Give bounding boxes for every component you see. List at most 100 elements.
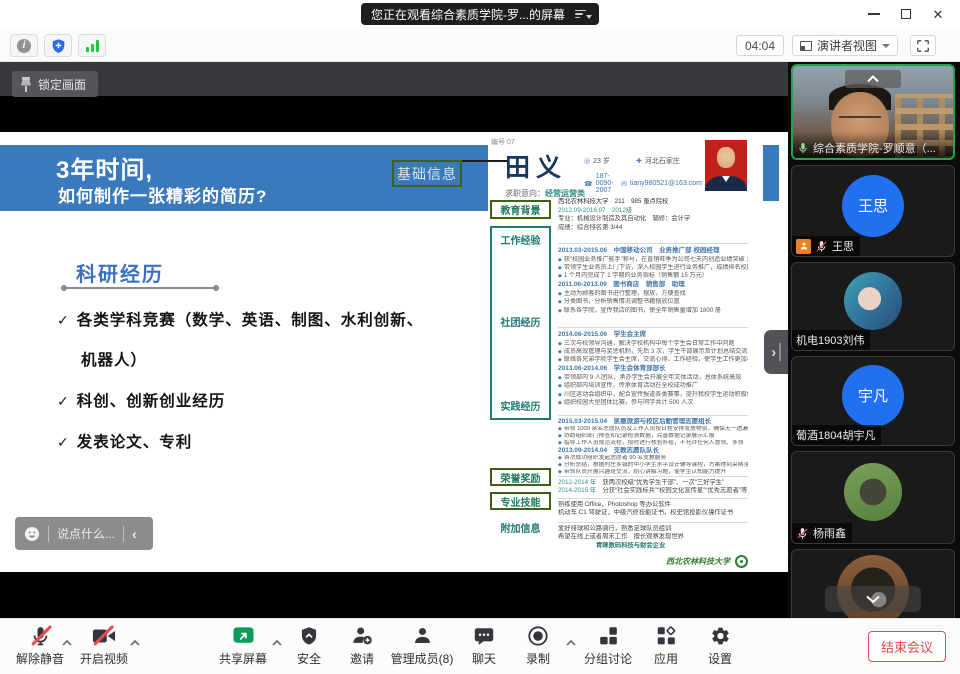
participant-name-bar: 杨雨鑫 bbox=[792, 523, 852, 543]
resume-label-education: 教育背景 bbox=[490, 200, 551, 219]
resume-club-section: 2014.06-2015.06 学生会主席 ◆三次与校领导沟通，解决学校机构中每… bbox=[558, 328, 748, 416]
basic-info-callout: 基础信息 bbox=[392, 160, 462, 187]
record-button[interactable]: 录制 bbox=[506, 624, 570, 667]
avatar: 宇凡 bbox=[842, 365, 904, 427]
participant-name: 杨雨鑫 bbox=[813, 525, 846, 541]
end-meeting-button[interactable]: 结束会议 bbox=[868, 631, 946, 662]
university-logo-icon bbox=[735, 555, 748, 568]
location-icon: ✚ bbox=[636, 157, 642, 165]
slide-title-line2: 如何制作一张精彩的简历? bbox=[58, 182, 267, 207]
participant-name-bar: 葡酒1804胡宇凡 bbox=[792, 425, 881, 445]
pin-icon bbox=[21, 77, 31, 92]
maximize-icon bbox=[901, 9, 911, 19]
participant-name-bar: 机电1903刘伟 bbox=[792, 330, 870, 350]
collapse-chat-icon[interactable]: ‹ bbox=[132, 526, 137, 542]
resume-education-section: 西北农林科技大学 211 985 重点院校 2012.09-2016.07 20… bbox=[558, 196, 748, 244]
gear-icon bbox=[710, 625, 731, 647]
avatar bbox=[844, 272, 902, 330]
participant-tile[interactable]: 王思 王思 bbox=[791, 165, 955, 257]
close-button[interactable]: ✕ bbox=[922, 1, 954, 27]
mic-on-icon bbox=[797, 142, 809, 155]
resume-label-practice: 实践经历 bbox=[492, 398, 549, 413]
resume-label-club: 社团经历 bbox=[492, 314, 549, 329]
signal-bars-icon bbox=[86, 40, 99, 52]
meeting-health-button[interactable] bbox=[44, 34, 72, 57]
participant-tile-overflow[interactable] bbox=[791, 549, 955, 618]
callout-connector-line bbox=[462, 160, 507, 162]
avatar bbox=[844, 463, 902, 521]
watching-screen-label: 您正在观看综合素质学院-罗...的屏幕 bbox=[371, 6, 565, 23]
participant-tile[interactable]: 宇凡 葡酒1804胡宇凡 bbox=[791, 356, 955, 446]
network-signal-button[interactable] bbox=[78, 34, 106, 57]
shared-screen-area: 锁定画面 3年时间, 如何制作一张精彩的简历? 基础信息 科研经历 ✓各类学科竞… bbox=[0, 62, 788, 618]
check-icon: ✓ bbox=[57, 434, 70, 450]
participant-tile[interactable]: 机电1903刘伟 bbox=[791, 262, 955, 351]
fullscreen-icon bbox=[916, 39, 930, 53]
resume-contact: ◎23 岁 ✚河北石家庄 ☎187-0090-2007 ✉tiany980521… bbox=[584, 156, 702, 201]
resume-skill-section: 熟练使用 Office，Photoshop 等办公软件 机动车 C1 驾驶证，中… bbox=[558, 499, 748, 523]
resume-content-column: 西北农林科技大学 211 985 重点院校 2012.09-2016.07 20… bbox=[558, 196, 748, 568]
participant-tile-host[interactable]: 综合素质学院-罗顺意（... bbox=[791, 64, 955, 160]
person-badge-icon bbox=[796, 239, 811, 254]
start-video-button[interactable]: 开启视频 bbox=[72, 624, 136, 667]
shield-plus-icon bbox=[51, 38, 66, 54]
watch-options-icon[interactable] bbox=[575, 10, 589, 19]
participant-name: 综合素质学院-罗顺意（... bbox=[813, 140, 936, 156]
avatar: 王思 bbox=[842, 175, 904, 237]
university-name: 西北农林科技大学 bbox=[666, 556, 730, 567]
slide-title-banner: 3年时间, 如何制作一张精彩的简历? 基础信息 bbox=[0, 145, 489, 211]
minimize-button[interactable] bbox=[858, 1, 890, 27]
resume-work-section: 2013.03-2015.06 中国移动公司 业务推广部 校园经理 ◆获“校园业… bbox=[558, 244, 748, 328]
meeting-control-dock: 解除静音 开启视频 共享屏幕 bbox=[0, 618, 960, 674]
watching-screen-pill[interactable]: 您正在观看综合素质学院-罗...的屏幕 bbox=[361, 3, 599, 25]
mic-muted-icon bbox=[796, 527, 809, 540]
participant-tile[interactable]: 杨雨鑫 bbox=[791, 451, 955, 544]
drag-grip bbox=[779, 343, 781, 361]
slide-section-heading: 科研经历 bbox=[76, 258, 164, 287]
window-controls: ✕ bbox=[858, 0, 954, 28]
banner-right-block bbox=[763, 145, 779, 201]
resume-honor-section: 2012-2014 年 获两次校级“优秀学生干部”、一次“三好学生” 2014-… bbox=[558, 477, 748, 499]
participant-name: 机电1903刘伟 bbox=[796, 332, 864, 348]
id-photo bbox=[705, 140, 747, 191]
minimize-icon bbox=[868, 13, 880, 15]
view-mode-selector[interactable]: 演讲者视图 bbox=[792, 35, 898, 56]
scroll-more-button[interactable] bbox=[825, 586, 921, 612]
manage-members-button[interactable]: 管理成员(8) bbox=[382, 624, 462, 667]
resume-practice-section: 2015.03-2015.04 凯撒旅游与校区后勤管理志愿组长 ◆带领 1000… bbox=[558, 416, 748, 477]
quick-chat-bar[interactable]: 说点什么... ‹ bbox=[15, 517, 153, 550]
participant-name: 葡酒1804胡宇凡 bbox=[796, 427, 875, 443]
info-icon: i bbox=[17, 39, 31, 53]
slide-bullet-list: ✓各类学科竞赛（数学、英语、制图、水利创新、 机器人） ✓科创、创新创业经历 ✓… bbox=[57, 300, 477, 463]
resume-label-honor: 荣誉奖励 bbox=[490, 468, 551, 486]
fullscreen-button[interactable] bbox=[910, 35, 936, 56]
resume-label-column-box: 工作经验 社团经历 实践经历 bbox=[490, 226, 551, 420]
pin-view-button[interactable]: 锁定画面 bbox=[12, 71, 98, 97]
video-options-chevron[interactable] bbox=[130, 633, 140, 651]
slide-title-line1: 3年时间, bbox=[56, 150, 153, 185]
chat-input-placeholder[interactable]: 说点什么... bbox=[57, 525, 115, 542]
share-screen-button[interactable]: 共享屏幕 bbox=[211, 624, 275, 667]
resume-label-skill: 专业技能 bbox=[490, 492, 551, 510]
collapse-strip-button[interactable] bbox=[845, 70, 901, 88]
mic-options-chevron[interactable] bbox=[62, 633, 72, 651]
shared-screen-topbar: 锁定画面 bbox=[0, 62, 788, 96]
view-mode-label: 演讲者视图 bbox=[817, 37, 877, 54]
sidebar-collapse-handle[interactable]: › bbox=[764, 330, 788, 374]
settings-button[interactable]: 设置 bbox=[688, 624, 752, 667]
maximize-button[interactable] bbox=[890, 1, 922, 27]
record-icon bbox=[527, 625, 549, 647]
chevron-right-icon: › bbox=[771, 344, 776, 361]
phone-icon: ☎ bbox=[584, 180, 593, 188]
emoji-icon[interactable] bbox=[24, 526, 40, 542]
participants-sidebar: 综合素质学院-罗顺意（... 王思 王思 机电1903刘伟 宇凡 bbox=[788, 62, 960, 618]
resume-name: 田义 bbox=[505, 148, 567, 184]
participant-name-bar: 王思 bbox=[792, 236, 860, 256]
resume-document: 编号 07 田义 求职意向：经营运营类 ◎23 岁 ✚河北石家庄 ☎187-00… bbox=[488, 136, 750, 570]
resume-code: 编号 07 bbox=[491, 137, 515, 147]
meeting-info-button[interactable]: i bbox=[10, 34, 38, 57]
window-titlebar: 您正在观看综合素质学院-罗...的屏幕 ✕ bbox=[0, 0, 960, 28]
age-icon: ◎ bbox=[584, 157, 590, 165]
email-icon: ✉ bbox=[621, 180, 627, 188]
security-shield-icon bbox=[299, 625, 319, 647]
